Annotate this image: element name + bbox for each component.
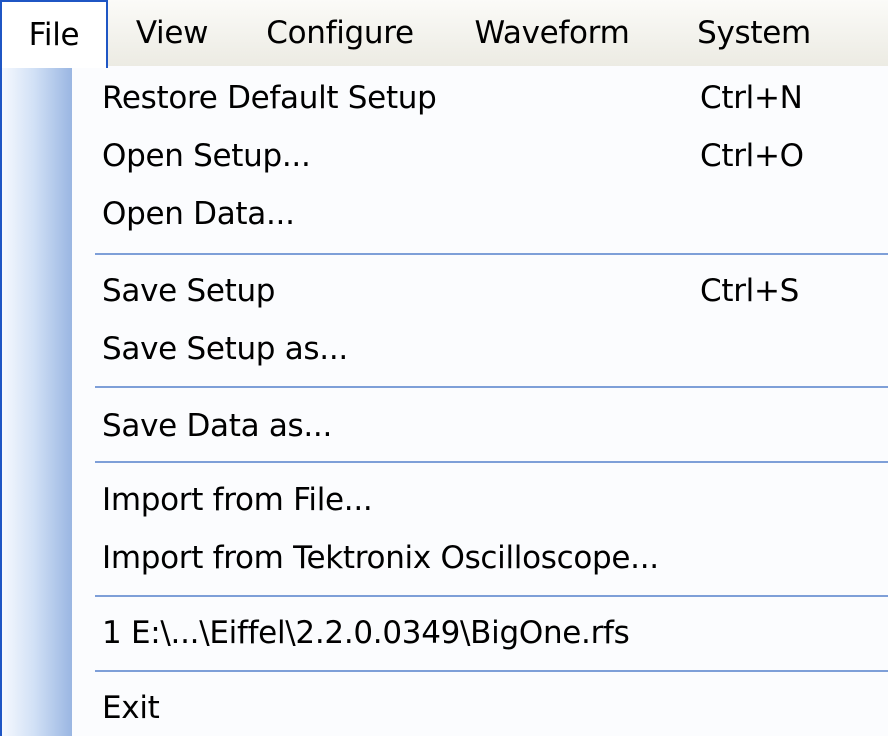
menu-item-save-setup-as[interactable]: Save Setup as... [72,321,888,377]
menu-file[interactable]: File [0,0,108,68]
menu-bar: File View Configure Waveform System [0,0,888,68]
menu-item-label: 1 E:\...\Eiffel\2.2.0.0349\BigOne.rfs [102,615,630,651]
menu-item-open-data[interactable]: Open Data... [72,186,888,242]
menu-item-restore-default-setup[interactable]: Restore Default Setup Ctrl+N [72,70,888,126]
menu-view[interactable]: View [108,0,236,66]
menu-item-shortcut: Ctrl+N [700,80,803,116]
menu-item-save-data-as[interactable]: Save Data as... [72,398,888,454]
menu-item-label: Import from File... [102,482,373,518]
menu-item-shortcut: Ctrl+S [700,273,800,309]
menu-item-label: Save Data as... [102,408,333,444]
menu-separator [95,386,888,388]
menu-item-shortcut: Ctrl+O [700,138,804,174]
menu-item-label: Exit [102,690,160,726]
menu-item-import-from-file[interactable]: Import from File... [72,472,888,528]
menu-item-label: Restore Default Setup [102,80,437,116]
menu-system[interactable]: System [660,0,848,66]
menu-configure[interactable]: Configure [236,0,444,66]
menu-item-import-from-tektronix-oscilloscope[interactable]: Import from Tektronix Oscilloscope... [72,530,888,586]
menu-item-label: Open Data... [102,196,295,232]
menu-item-label: Save Setup [102,273,276,309]
menu-item-recent-file[interactable]: 1 E:\...\Eiffel\2.2.0.0349\BigOne.rfs [72,605,888,661]
menu-item-save-setup[interactable]: Save Setup Ctrl+S [72,263,888,319]
menu-item-label: Save Setup as... [102,331,348,367]
menu-item-open-setup[interactable]: Open Setup... Ctrl+O [72,128,888,184]
menu-separator [95,253,888,255]
menu-waveform[interactable]: Waveform [444,0,660,66]
menu-separator [95,670,888,672]
menu-separator [95,461,888,463]
menu-item-exit[interactable]: Exit [72,680,888,736]
menu-separator [95,595,888,597]
file-menu-dropdown: Restore Default Setup Ctrl+N Open Setup.… [0,66,888,736]
menu-item-label: Import from Tektronix Oscilloscope... [102,540,659,576]
menu-icon-gutter [2,66,72,736]
menu-item-label: Open Setup... [102,138,311,174]
